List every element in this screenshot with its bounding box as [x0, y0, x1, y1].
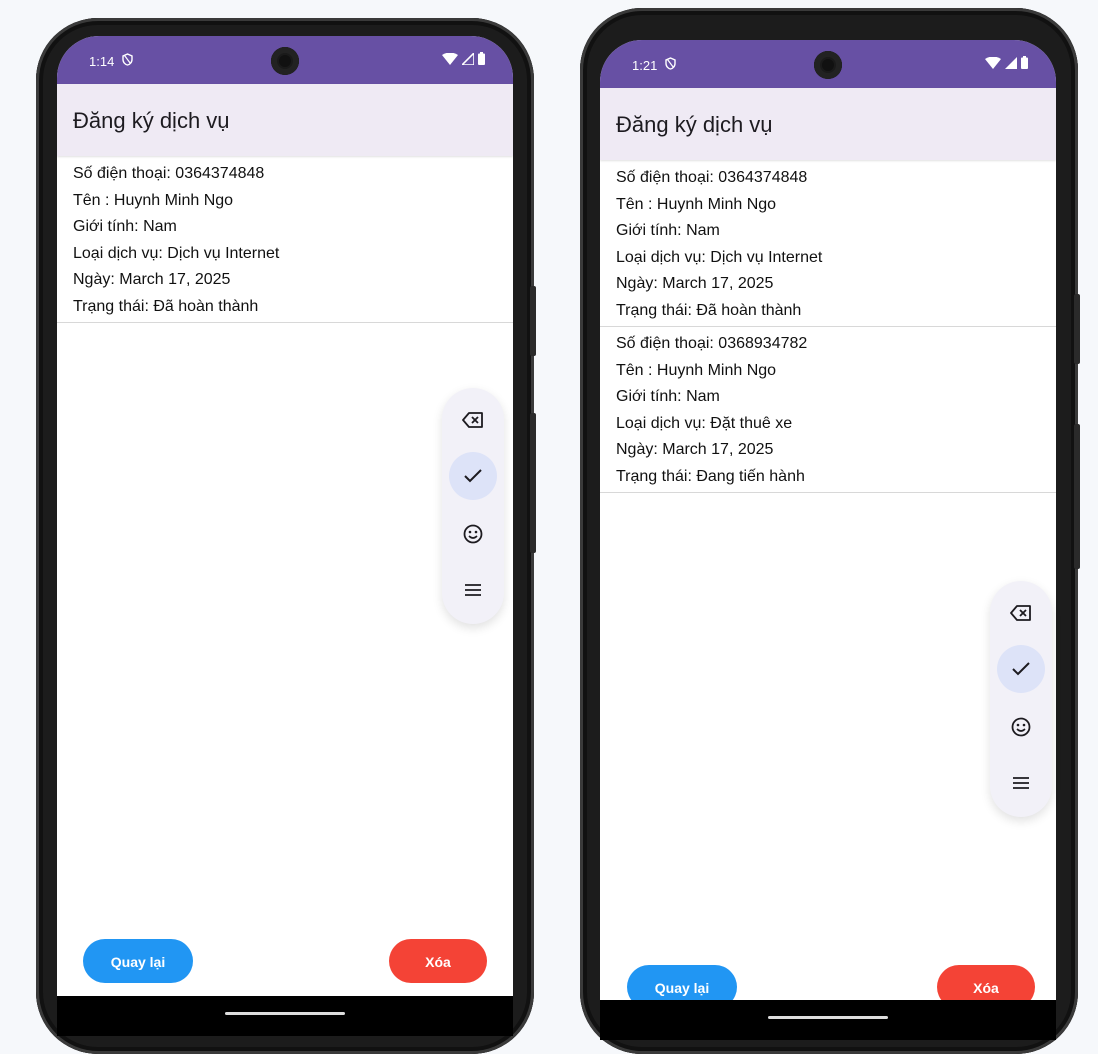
gender-text: Giới tính: Nam: [616, 388, 720, 405]
shield-icon: [122, 53, 133, 69]
name-text: Tên : Huynh Minh Ngo: [616, 361, 777, 379]
navigation-bar: [600, 1000, 1056, 1040]
date-text: Ngày: March 17, 2025: [616, 275, 774, 292]
registration-list: Số điện thoại: 0364374848 Tên : Huynh Mi…: [600, 161, 1056, 493]
service-type-text: Loại dịch vụ: Dịch vụ Internet: [616, 248, 823, 266]
name-text: Tên : Huynh Minh Ngo: [73, 191, 234, 209]
date-text: Ngày: March 17, 2025: [616, 441, 774, 458]
check-icon[interactable]: [449, 452, 497, 500]
backspace-icon[interactable]: [997, 589, 1045, 637]
status-bar: 1:21: [600, 40, 1056, 88]
wifi-icon: [442, 52, 458, 65]
emoji-icon[interactable]: [449, 510, 497, 558]
signal-icon: [1005, 56, 1017, 69]
list-item[interactable]: Số điện thoại: 0364374848 Tên : Huynh Mi…: [57, 157, 513, 323]
status-text: Trạng thái: Đang tiến hành: [616, 467, 805, 485]
service-type-text: Loại dịch vụ: Dịch vụ Internet: [73, 244, 280, 262]
signal-icon: [462, 52, 474, 65]
home-indicator[interactable]: [225, 1012, 345, 1015]
page-title: Đăng ký dịch vụ: [73, 108, 230, 133]
registration-list: Số điện thoại: 0364374848 Tên : Huynh Mi…: [57, 157, 513, 323]
phone-screen: 1:21 Đăng ký dịch vụ Số điện thoại: 0364…: [600, 40, 1056, 1040]
phone-number-text: Số điện thoại: 0368934782: [616, 335, 808, 352]
menu-icon[interactable]: [997, 759, 1045, 807]
phone-right: 1:21 Đăng ký dịch vụ Số điện thoại: 0364…: [580, 8, 1080, 1054]
shield-icon: [665, 57, 676, 73]
battery-icon: [1021, 56, 1028, 69]
list-item[interactable]: Số điện thoại: 0368934782 Tên : Huynh Mi…: [600, 327, 1056, 493]
status-time: 1:14: [89, 54, 115, 69]
gender-text: Giới tính: Nam: [616, 222, 720, 239]
page-title: Đăng ký dịch vụ: [616, 112, 773, 137]
floating-keyboard-toolbar: [990, 581, 1052, 817]
status-text: Trạng thái: Đã hoàn thành: [73, 297, 259, 315]
backspace-icon[interactable]: [449, 396, 497, 444]
name-text: Tên : Huynh Minh Ngo: [616, 195, 777, 213]
check-icon[interactable]: [997, 645, 1045, 693]
volume-button: [530, 286, 536, 356]
power-button: [530, 413, 536, 553]
navigation-bar: [57, 996, 513, 1036]
battery-icon: [478, 52, 485, 65]
camera-cutout: [814, 51, 842, 79]
status-bar: 1:14: [57, 36, 513, 84]
delete-button[interactable]: Xóa: [389, 939, 487, 983]
app-bar: Đăng ký dịch vụ: [57, 84, 513, 156]
emoji-icon[interactable]: [997, 703, 1045, 751]
status-text: Trạng thái: Đã hoàn thành: [616, 301, 802, 319]
date-text: Ngày: March 17, 2025: [73, 271, 231, 288]
status-time: 1:21: [632, 58, 658, 73]
system-icons: [985, 56, 1028, 69]
back-button[interactable]: Quay lại: [83, 939, 193, 983]
list-item[interactable]: Số điện thoại: 0364374848 Tên : Huynh Mi…: [600, 161, 1056, 327]
floating-keyboard-toolbar: [442, 388, 504, 624]
volume-button: [1074, 294, 1080, 364]
home-indicator[interactable]: [768, 1016, 888, 1019]
wifi-icon: [985, 56, 1001, 69]
app-bar: Đăng ký dịch vụ: [600, 88, 1056, 160]
phone-number-text: Số điện thoại: 0364374848: [616, 169, 808, 186]
service-type-text: Loại dịch vụ: Đặt thuê xe: [616, 414, 793, 432]
system-icons: [442, 52, 485, 65]
gender-text: Giới tính: Nam: [73, 218, 177, 235]
menu-icon[interactable]: [449, 566, 497, 614]
phone-number-text: Số điện thoại: 0364374848: [73, 165, 265, 182]
camera-cutout: [271, 47, 299, 75]
power-button: [1074, 424, 1080, 569]
